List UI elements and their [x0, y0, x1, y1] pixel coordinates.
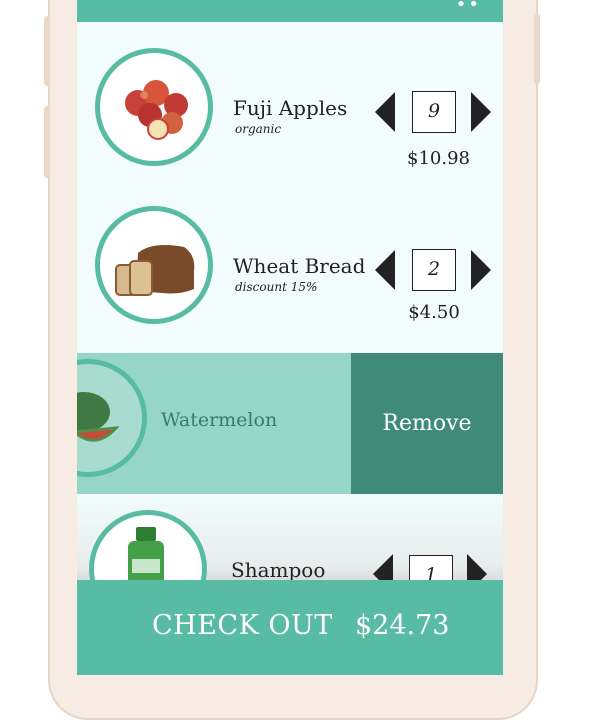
phone-volume-down-button [44, 106, 50, 178]
item-name: Wheat Bread [233, 254, 366, 278]
menu-dots-icon[interactable]: •• [456, 0, 481, 15]
increase-quantity-button[interactable] [471, 92, 491, 132]
cart-item-swiped[interactable]: Watermelon Remove [77, 353, 503, 494]
checkout-button[interactable]: CHECK OUT $24.73 [77, 580, 503, 675]
quantity-field[interactable]: 2 [412, 249, 456, 291]
remove-button[interactable]: Remove [351, 353, 503, 494]
item-price: $10.98 [407, 148, 470, 169]
checkout-total: $24.73 [355, 610, 450, 641]
item-subtitle: discount 15% [235, 280, 318, 294]
product-image-watermelon [77, 359, 147, 477]
quantity-field[interactable]: 9 [412, 91, 456, 133]
apples-icon [125, 80, 188, 140]
cart-item: Wheat Bread discount 15% 2 $4.50 [77, 186, 503, 352]
decrease-quantity-button[interactable] [375, 92, 395, 132]
cart-item: Fuji Apples organic 9 $10.98 [77, 26, 503, 186]
phone-volume-up-button [44, 16, 50, 86]
phone-power-button [534, 14, 540, 84]
item-name: Shampoo [231, 558, 326, 582]
increase-quantity-button[interactable] [471, 250, 491, 290]
item-name: Fuji Apples [233, 96, 348, 120]
top-bar: •• [77, 0, 503, 22]
decrease-quantity-button[interactable] [375, 250, 395, 290]
item-name: Watermelon [161, 409, 278, 431]
product-image-bread [95, 206, 213, 324]
product-image-apples [95, 48, 213, 166]
item-price: $4.50 [408, 302, 460, 323]
app-screen: •• Fuji Apples organic 9 $10.98 Wheat Br… [77, 0, 503, 675]
watermelon-icon [77, 392, 120, 442]
item-subtitle: organic [235, 122, 282, 136]
bread-icon [115, 245, 195, 296]
checkout-label: CHECK OUT [152, 610, 333, 641]
